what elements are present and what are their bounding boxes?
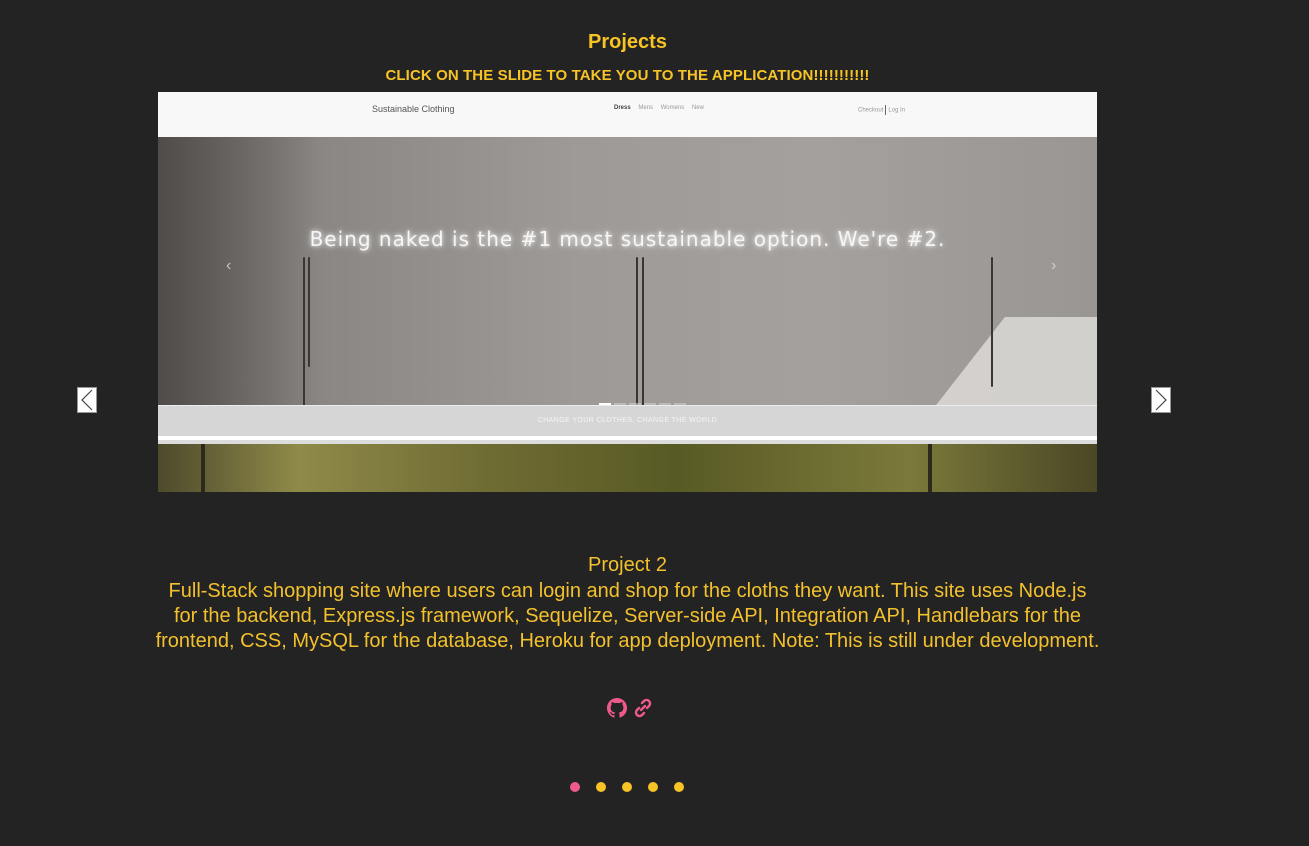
carousel-dot[interactable] bbox=[570, 782, 580, 792]
link-icon[interactable] bbox=[633, 697, 653, 719]
project-links bbox=[607, 697, 653, 719]
slide-site-login: Log In bbox=[888, 107, 906, 114]
slide-site-link: Dress bbox=[614, 105, 631, 111]
project-description: Full-Stack shopping site where users can… bbox=[155, 580, 1100, 652]
slide-hero-text: Being naked is the #1 most sustainable o… bbox=[309, 227, 946, 251]
slide-site-checkout: Checkout bbox=[858, 107, 884, 114]
carousel-dot[interactable] bbox=[596, 782, 606, 792]
carousel-indicators bbox=[570, 782, 684, 792]
slide-hero-image: Being naked is the #1 most sustainable o… bbox=[158, 137, 1097, 405]
chevron-left-icon bbox=[81, 389, 93, 411]
slide-hero-indicators bbox=[599, 392, 689, 405]
slide-instruction: CLICK ON THE SLIDE TO TAKE YOU TO THE AP… bbox=[385, 67, 870, 84]
slide-site-navbar: Sustainable Clothing Dress Mens Womens N… bbox=[158, 92, 1097, 138]
slide-site-links: Dress Mens Womens New bbox=[614, 105, 710, 111]
carousel-dot[interactable] bbox=[622, 782, 632, 792]
chevron-right-icon bbox=[1155, 389, 1167, 411]
github-icon[interactable] bbox=[607, 697, 627, 719]
projects-title: Projects bbox=[588, 31, 667, 53]
project-name: Project 2 bbox=[588, 554, 667, 576]
carousel-prev-button[interactable] bbox=[77, 387, 97, 413]
carousel-dot[interactable] bbox=[674, 782, 684, 792]
project-slide[interactable]: Sustainable Clothing Dress Mens Womens N… bbox=[158, 92, 1097, 492]
slide-site-link: Mens bbox=[638, 105, 654, 111]
carousel-next-button[interactable] bbox=[1151, 387, 1171, 413]
slide-site-link: New bbox=[691, 105, 704, 111]
slide-hero-prev-icon: ‹ bbox=[226, 257, 232, 274]
carousel-dot[interactable] bbox=[648, 782, 658, 792]
slide-hero-next-icon: › bbox=[1051, 257, 1057, 274]
slide-banner: CHANGE YOUR CLOTHES, CHANGE THE WORLD bbox=[158, 405, 1097, 440]
slide-bottom-image bbox=[158, 444, 1097, 492]
slide-site-brand: Sustainable Clothing bbox=[372, 104, 455, 114]
slide-site-link: Womens bbox=[660, 105, 685, 111]
slide-site-account: Checkout Log In bbox=[858, 105, 905, 115]
